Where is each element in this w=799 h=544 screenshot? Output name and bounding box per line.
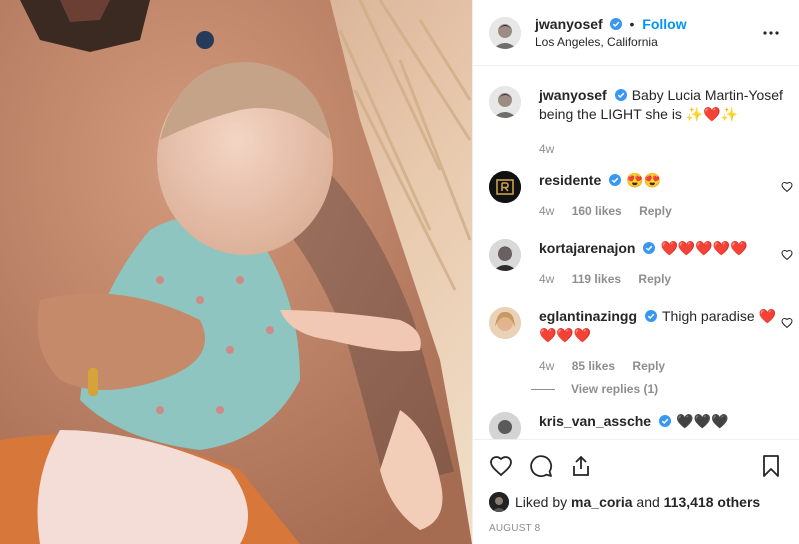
comment-body: kortajarenajon ❤️❤️❤️❤️❤️ 4w 119 likes Re… — [539, 239, 783, 289]
comment-item: eglantinazingg Thigh paradise ❤️❤️❤️❤️ 4w… — [489, 307, 793, 376]
comment-likes[interactable]: 85 likes — [572, 359, 615, 373]
author-username[interactable]: jwanyosef — [535, 16, 603, 32]
verified-icon — [643, 242, 656, 254]
comment-meta: 4w 160 likes Reply — [539, 202, 783, 221]
view-replies-label: View replies (1) — [571, 382, 659, 396]
comment-item: residente 😍😍 4w 160 likes Reply — [489, 171, 793, 221]
likes-summary: Liked by ma_coria and 113,418 others — [473, 491, 799, 513]
likes-and: and — [636, 494, 660, 510]
avatar-image — [489, 492, 509, 512]
likes-prefix: Liked by — [515, 494, 568, 510]
comment-time[interactable]: 4w — [539, 272, 554, 286]
reply-button[interactable]: Reply — [638, 272, 671, 286]
post-date[interactable]: AUGUST 8 — [473, 513, 799, 534]
reply-button[interactable]: Reply — [632, 359, 665, 373]
comment-like-icon[interactable] — [781, 249, 793, 261]
commenter-avatar[interactable] — [489, 412, 521, 439]
verified-icon — [609, 174, 622, 186]
comment-text-line: eglantinazingg Thigh paradise ❤️❤️❤️❤️ — [539, 307, 783, 345]
likes-count[interactable]: 113,418 others — [664, 494, 761, 510]
commenter-avatar[interactable] — [489, 171, 521, 203]
photo-illustration — [0, 0, 472, 544]
author-avatar[interactable] — [489, 16, 521, 49]
avatar-image — [489, 412, 521, 439]
comment-text: 🖤🖤🖤 — [676, 413, 729, 429]
post-actions — [473, 439, 799, 491]
comment-item: kortajarenajon ❤️❤️❤️❤️❤️ 4w 119 likes Re… — [489, 239, 793, 289]
comment-body: kris_van_assche 🖤🖤🖤 — [539, 412, 783, 439]
comment-text: ❤️❤️❤️❤️❤️ — [660, 240, 748, 256]
more-options-icon — [763, 30, 779, 35]
share-icon[interactable] — [569, 454, 593, 478]
comment-likes[interactable]: 119 likes — [572, 272, 621, 286]
comment-like-icon[interactable] — [781, 181, 793, 193]
follow-button[interactable]: Follow — [642, 16, 686, 32]
comments-list[interactable]: jwanyosef Baby Lucia Martin-Yosef being t… — [473, 66, 799, 439]
comment-text-line: residente 😍😍 — [539, 171, 783, 190]
comment-meta: 4w 119 likes Reply — [539, 270, 783, 289]
separator-dot: • — [629, 15, 635, 32]
comment-text-line: kris_van_assche 🖤🖤🖤 — [539, 412, 783, 431]
comment-likes[interactable]: 160 likes — [572, 204, 622, 218]
liker-avatar[interactable] — [489, 492, 509, 512]
avatar-image — [489, 16, 521, 49]
location-link[interactable]: Los Angeles, California — [535, 33, 759, 51]
comment-text-line: kortajarenajon ❤️❤️❤️❤️❤️ — [539, 239, 783, 258]
verified-icon — [645, 310, 657, 322]
bottom-spacer — [473, 534, 799, 544]
replies-divider-line — [531, 388, 555, 390]
verified-icon — [609, 17, 622, 30]
caption-avatar[interactable] — [489, 86, 521, 118]
liker-username[interactable]: ma_coria — [571, 494, 632, 510]
comment-time[interactable]: 4w — [539, 204, 554, 218]
caption-time[interactable]: 4w — [539, 142, 554, 156]
post-header: jwanyosef • Follow Los Angeles, Californ… — [473, 0, 799, 66]
commenter-avatar[interactable] — [489, 239, 521, 271]
avatar-image — [489, 307, 521, 339]
reply-button[interactable]: Reply — [639, 204, 672, 218]
header-meta: jwanyosef • Follow Los Angeles, Californ… — [535, 15, 759, 51]
caption-username[interactable]: jwanyosef — [539, 87, 607, 103]
comment-meta: 4w 85 likes Reply — [539, 357, 783, 376]
comment-time[interactable]: 4w — [539, 359, 554, 373]
comment-body: residente 😍😍 4w 160 likes Reply — [539, 171, 783, 221]
avatar-image — [489, 86, 521, 118]
comment-body: eglantinazingg Thigh paradise ❤️❤️❤️❤️ 4w… — [539, 307, 783, 376]
bookmark-icon[interactable] — [759, 454, 783, 478]
comment-text: 😍😍 — [626, 172, 662, 188]
avatar-image — [489, 171, 521, 203]
view-replies-button[interactable]: View replies (1) — [531, 382, 783, 396]
verified-icon — [614, 89, 627, 101]
caption-body: jwanyosef Baby Lucia Martin-Yosef being t… — [539, 86, 783, 159]
heart-icon[interactable] — [489, 454, 513, 478]
caption-meta: 4w — [539, 140, 783, 159]
comment-icon[interactable] — [529, 454, 553, 478]
commenter-avatar[interactable] — [489, 307, 521, 339]
comment-username[interactable]: kortajarenajon — [539, 240, 635, 256]
comment-username[interactable]: residente — [539, 172, 601, 188]
verified-icon — [659, 415, 672, 427]
comment-like-icon[interactable] — [781, 317, 793, 329]
avatar-image — [489, 239, 521, 271]
comment-username[interactable]: eglantinazingg — [539, 308, 637, 324]
comment-username[interactable]: kris_van_assche — [539, 413, 651, 429]
more-options-button[interactable] — [759, 21, 783, 45]
post-photo[interactable] — [0, 0, 472, 544]
post-panel: jwanyosef • Follow Los Angeles, Californ… — [472, 0, 799, 544]
caption-text-line: jwanyosef Baby Lucia Martin-Yosef being t… — [539, 86, 783, 124]
comment-item: kris_van_assche 🖤🖤🖤 — [489, 412, 783, 439]
caption-item: jwanyosef Baby Lucia Martin-Yosef being t… — [489, 86, 783, 159]
instagram-post: jwanyosef • Follow Los Angeles, Californ… — [0, 0, 799, 544]
